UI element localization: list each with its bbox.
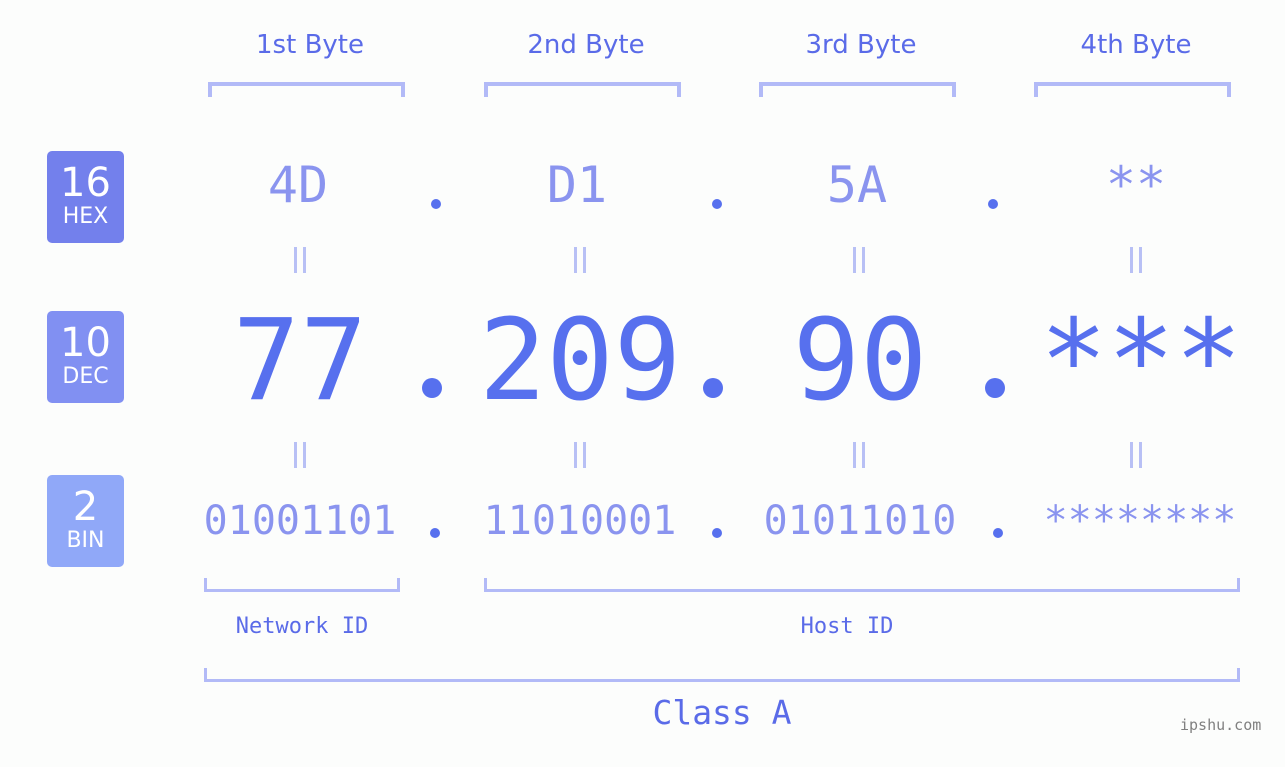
bin-byte-4: ******** (1043, 498, 1237, 544)
dec-byte-4: *** (1039, 296, 1243, 426)
equals-icon (292, 442, 308, 468)
hex-separator-dot (988, 199, 998, 209)
host-id-bracket (484, 578, 1240, 592)
dec-base-label: DEC (62, 364, 109, 389)
dec-base-number: 10 (60, 320, 111, 366)
hex-base-label: HEX (62, 204, 109, 229)
network-id-bracket (204, 578, 400, 592)
hex-byte-4: ** (1105, 156, 1167, 214)
dec-separator-dot (985, 378, 1005, 398)
dec-badge: 10 DEC (47, 311, 124, 403)
dec-separator-dot (703, 378, 723, 398)
equals-icon (572, 442, 588, 468)
class-bracket (204, 668, 1240, 682)
watermark: ipshu.com (1180, 716, 1262, 734)
bin-separator-dot (993, 528, 1003, 538)
equals-icon (1128, 442, 1144, 468)
byte-bracket-1 (208, 82, 405, 97)
hex-base-number: 16 (60, 160, 111, 206)
equals-icon (292, 247, 308, 273)
class-label: Class A (652, 693, 792, 732)
bin-separator-dot (430, 528, 440, 538)
byte-bracket-4 (1034, 82, 1231, 97)
byte-header-4: 4th Byte (1080, 30, 1192, 60)
dec-byte-2: 209 (478, 296, 682, 426)
dec-separator-dot (422, 378, 442, 398)
equals-icon (851, 442, 867, 468)
equals-icon (572, 247, 588, 273)
byte-header-3: 3rd Byte (805, 30, 917, 60)
bin-base-label: BIN (66, 528, 105, 553)
bin-separator-dot (712, 528, 722, 538)
bin-byte-3: 01011010 (763, 498, 957, 544)
dec-byte-1: 77 (232, 296, 368, 426)
byte-bracket-3 (759, 82, 956, 97)
hex-byte-1: 4D (267, 156, 329, 214)
equals-icon (851, 247, 867, 273)
byte-header-1: 1st Byte (256, 30, 364, 60)
bin-badge: 2 BIN (47, 475, 124, 567)
byte-bracket-2 (484, 82, 681, 97)
bin-byte-2: 11010001 (483, 498, 677, 544)
hex-byte-2: D1 (546, 156, 608, 214)
bin-byte-1: 01001101 (203, 498, 397, 544)
bin-base-number: 2 (72, 484, 99, 530)
dec-byte-3: 90 (792, 296, 928, 426)
byte-header-2: 2nd Byte (527, 30, 645, 60)
hex-badge: 16 HEX (47, 151, 124, 243)
network-id-label: Network ID (235, 614, 369, 639)
equals-icon (1128, 247, 1144, 273)
hex-separator-dot (431, 199, 441, 209)
hex-separator-dot (712, 199, 722, 209)
host-id-label: Host ID (800, 614, 894, 639)
hex-byte-3: 5A (826, 156, 888, 214)
